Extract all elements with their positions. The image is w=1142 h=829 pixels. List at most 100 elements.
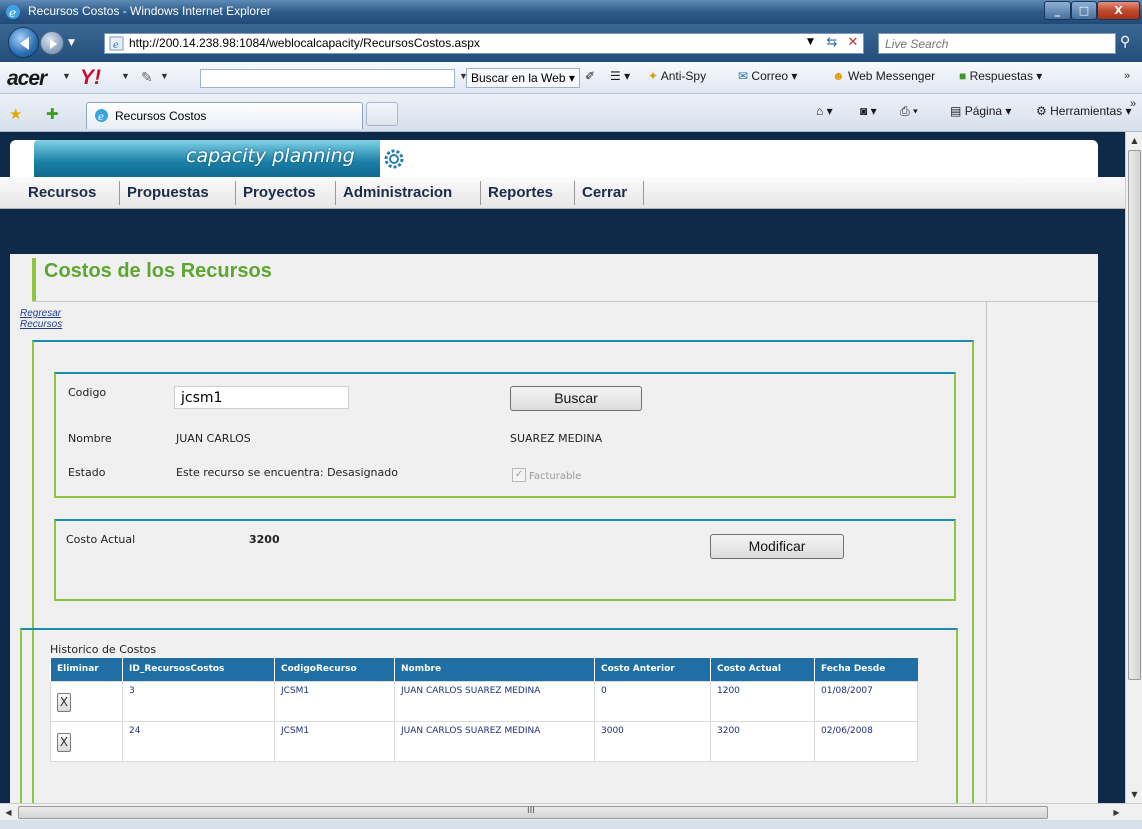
pagina-label: Página xyxy=(964,104,1003,118)
horizontal-scrollbar[interactable]: ◀ III ▶ xyxy=(0,803,1142,820)
regresar-link[interactable]: Regresar xyxy=(20,308,61,319)
search-box[interactable] xyxy=(878,33,1116,54)
cell-costo-actual: 3200 xyxy=(710,720,815,762)
search-icon[interactable]: ⚲ xyxy=(1120,34,1130,50)
menu-separator xyxy=(574,181,575,205)
cell-codigo: JCSM1 xyxy=(274,680,395,722)
cell-costo-actual: 1200 xyxy=(710,680,815,722)
layout-icon[interactable]: ☰ ▾ xyxy=(610,69,630,83)
vertical-scroll-thumb[interactable] xyxy=(1128,150,1141,680)
menu-proyectos[interactable]: Proyectos xyxy=(243,184,316,201)
stop-icon[interactable]: ✕ xyxy=(845,35,861,52)
buscar-web-label: Buscar en la Web xyxy=(471,71,566,85)
resource-box: Codigo jcsm1 Buscar Nombre JUAN CARLOS S… xyxy=(54,372,956,498)
page-menu-icon: ▤ xyxy=(950,104,962,118)
scroll-right-icon[interactable]: ▶ xyxy=(1108,804,1125,821)
vertical-scrollbar[interactable]: ▲ ▼ xyxy=(1125,132,1142,803)
favorites-star-icon[interactable]: ★ xyxy=(9,105,22,123)
menu-cerrar[interactable]: Cerrar xyxy=(582,184,627,201)
delete-row-button[interactable]: X xyxy=(57,732,71,752)
horizontal-scroll-thumb[interactable]: III xyxy=(18,806,1048,819)
maximize-button[interactable]: □ xyxy=(1071,1,1097,20)
buscar-web-button[interactable]: Buscar en la Web ▾ xyxy=(466,68,580,88)
history-dropdown-icon[interactable]: ▼ xyxy=(68,38,75,48)
nombre-label: Nombre xyxy=(68,432,112,445)
cell-costo-anterior: 0 xyxy=(594,680,711,722)
pencil-dropdown-icon[interactable]: ▼ xyxy=(160,71,169,81)
app-logo-text: capacity planning xyxy=(186,145,355,167)
toolbar-search-input[interactable] xyxy=(200,69,455,88)
yahoo-toolbar: acer ▼ Y! ▼ ✎ ▼ ▼ Buscar en la Web ▾ ✐ ☰… xyxy=(0,62,1142,94)
acer-dropdown-icon[interactable]: ▼ xyxy=(62,71,71,81)
facturable-checkbox[interactable]: ✓ xyxy=(512,468,526,482)
refresh-icon[interactable]: ⇆ xyxy=(823,35,841,52)
url-box[interactable]: e http://200.14.238.98:1084/weblocalcapa… xyxy=(104,33,864,54)
tab-label: Recursos Costos xyxy=(115,109,207,123)
costo-actual-label: Costo Actual xyxy=(66,533,136,546)
col-eliminar[interactable]: Eliminar xyxy=(50,658,123,681)
col-fecha-desde[interactable]: Fecha Desde xyxy=(814,658,918,681)
back-button[interactable] xyxy=(8,27,39,58)
gear-logo-icon xyxy=(384,149,404,169)
close-window-button[interactable]: X xyxy=(1097,1,1140,20)
url-dropdown-icon[interactable]: ▼ xyxy=(807,37,814,47)
pencil-icon[interactable]: ✎ xyxy=(141,69,153,86)
antispy-icon: ✦ xyxy=(648,69,659,83)
acer-logo[interactable]: acer xyxy=(7,67,47,91)
add-favorites-icon[interactable]: ✚ xyxy=(46,105,59,123)
col-id[interactable]: ID_RecursosCostos xyxy=(122,658,275,681)
cell-fecha-desde: 01/08/2007 xyxy=(814,680,918,722)
highlight-icon[interactable]: ✐ xyxy=(585,69,595,83)
codigo-input[interactable]: jcsm1 xyxy=(174,386,349,409)
col-codigo[interactable]: CodigoRecurso xyxy=(274,658,395,681)
cell-eliminar: X xyxy=(50,720,123,762)
menu-propuestas[interactable]: Propuestas xyxy=(127,184,209,201)
home-icon[interactable]: ⌂ ▾ xyxy=(816,104,833,118)
recursos-link[interactable]: Recursos xyxy=(20,319,62,330)
col-costo-anterior[interactable]: Costo Anterior xyxy=(594,658,711,681)
menu-reportes[interactable]: Reportes xyxy=(488,184,553,201)
search-input[interactable] xyxy=(879,34,1079,53)
print-icon[interactable]: ⎙ ▾ xyxy=(900,104,918,119)
col-nombre[interactable]: Nombre xyxy=(394,658,595,681)
page-viewport: capacity planning Recursos Propuestas Pr… xyxy=(0,132,1125,803)
delete-row-button[interactable]: X xyxy=(57,692,71,712)
menu-recursos[interactable]: Recursos xyxy=(28,184,96,201)
feeds-icon[interactable]: ◙ ▾ xyxy=(860,104,877,118)
menu-administracion[interactable]: Administracion xyxy=(343,184,452,201)
history-title: Historico de Costos xyxy=(50,643,157,656)
messenger-button[interactable]: ☻ Web Messenger xyxy=(832,69,935,83)
messenger-icon: ☻ xyxy=(832,69,845,83)
scroll-down-icon[interactable]: ▼ xyxy=(1126,786,1142,803)
correo-label: Correo xyxy=(751,69,789,83)
more-chevron-icon[interactable]: » xyxy=(1124,70,1130,82)
svg-text:e: e xyxy=(113,40,119,51)
costo-actual-value: 3200 xyxy=(249,533,280,546)
main-frame: Codigo jcsm1 Buscar Nombre JUAN CARLOS S… xyxy=(20,340,974,803)
menu-separator xyxy=(480,181,481,205)
correo-button[interactable]: ✉ Correo ▾ xyxy=(738,69,797,83)
tab-recursos-costos[interactable]: e Recursos Costos xyxy=(86,102,363,129)
estado-label: Estado xyxy=(68,466,106,479)
modificar-button[interactable]: Modificar xyxy=(710,534,844,559)
history-box: Historico de Costos Eliminar ID_Recursos… xyxy=(20,628,958,803)
yahoo-dropdown-icon[interactable]: ▼ xyxy=(121,71,130,81)
yahoo-logo-icon[interactable]: Y! xyxy=(80,66,101,90)
respuestas-button[interactable]: ■ Respuestas ▾ xyxy=(959,69,1042,83)
scroll-left-icon[interactable]: ◀ xyxy=(0,804,17,821)
new-tab-button[interactable] xyxy=(366,102,398,126)
window-titlebar: e Recursos Costos - Windows Internet Exp… xyxy=(0,0,1142,24)
buscar-button[interactable]: Buscar xyxy=(510,386,642,411)
history-table: Eliminar ID_RecursosCostos CodigoRecurso… xyxy=(50,658,918,762)
right-column-divider xyxy=(986,301,987,803)
cell-fecha-desde: 02/06/2008 xyxy=(814,720,918,762)
col-costo-actual[interactable]: Costo Actual xyxy=(710,658,815,681)
tabbar-more-chevron-icon[interactable]: » xyxy=(1130,98,1136,110)
antispy-button[interactable]: ✦ Anti-Spy xyxy=(648,69,706,83)
scroll-up-icon[interactable]: ▲ xyxy=(1126,132,1142,149)
forward-button[interactable] xyxy=(40,31,64,55)
pagina-menu[interactable]: ▤ Página ▾ xyxy=(950,104,1011,118)
minimize-button[interactable]: _ xyxy=(1044,1,1071,20)
herramientas-menu[interactable]: ⚙ Herramientas ▾ xyxy=(1036,104,1132,118)
url-text[interactable]: http://200.14.238.98:1084/weblocalcapaci… xyxy=(129,36,480,50)
